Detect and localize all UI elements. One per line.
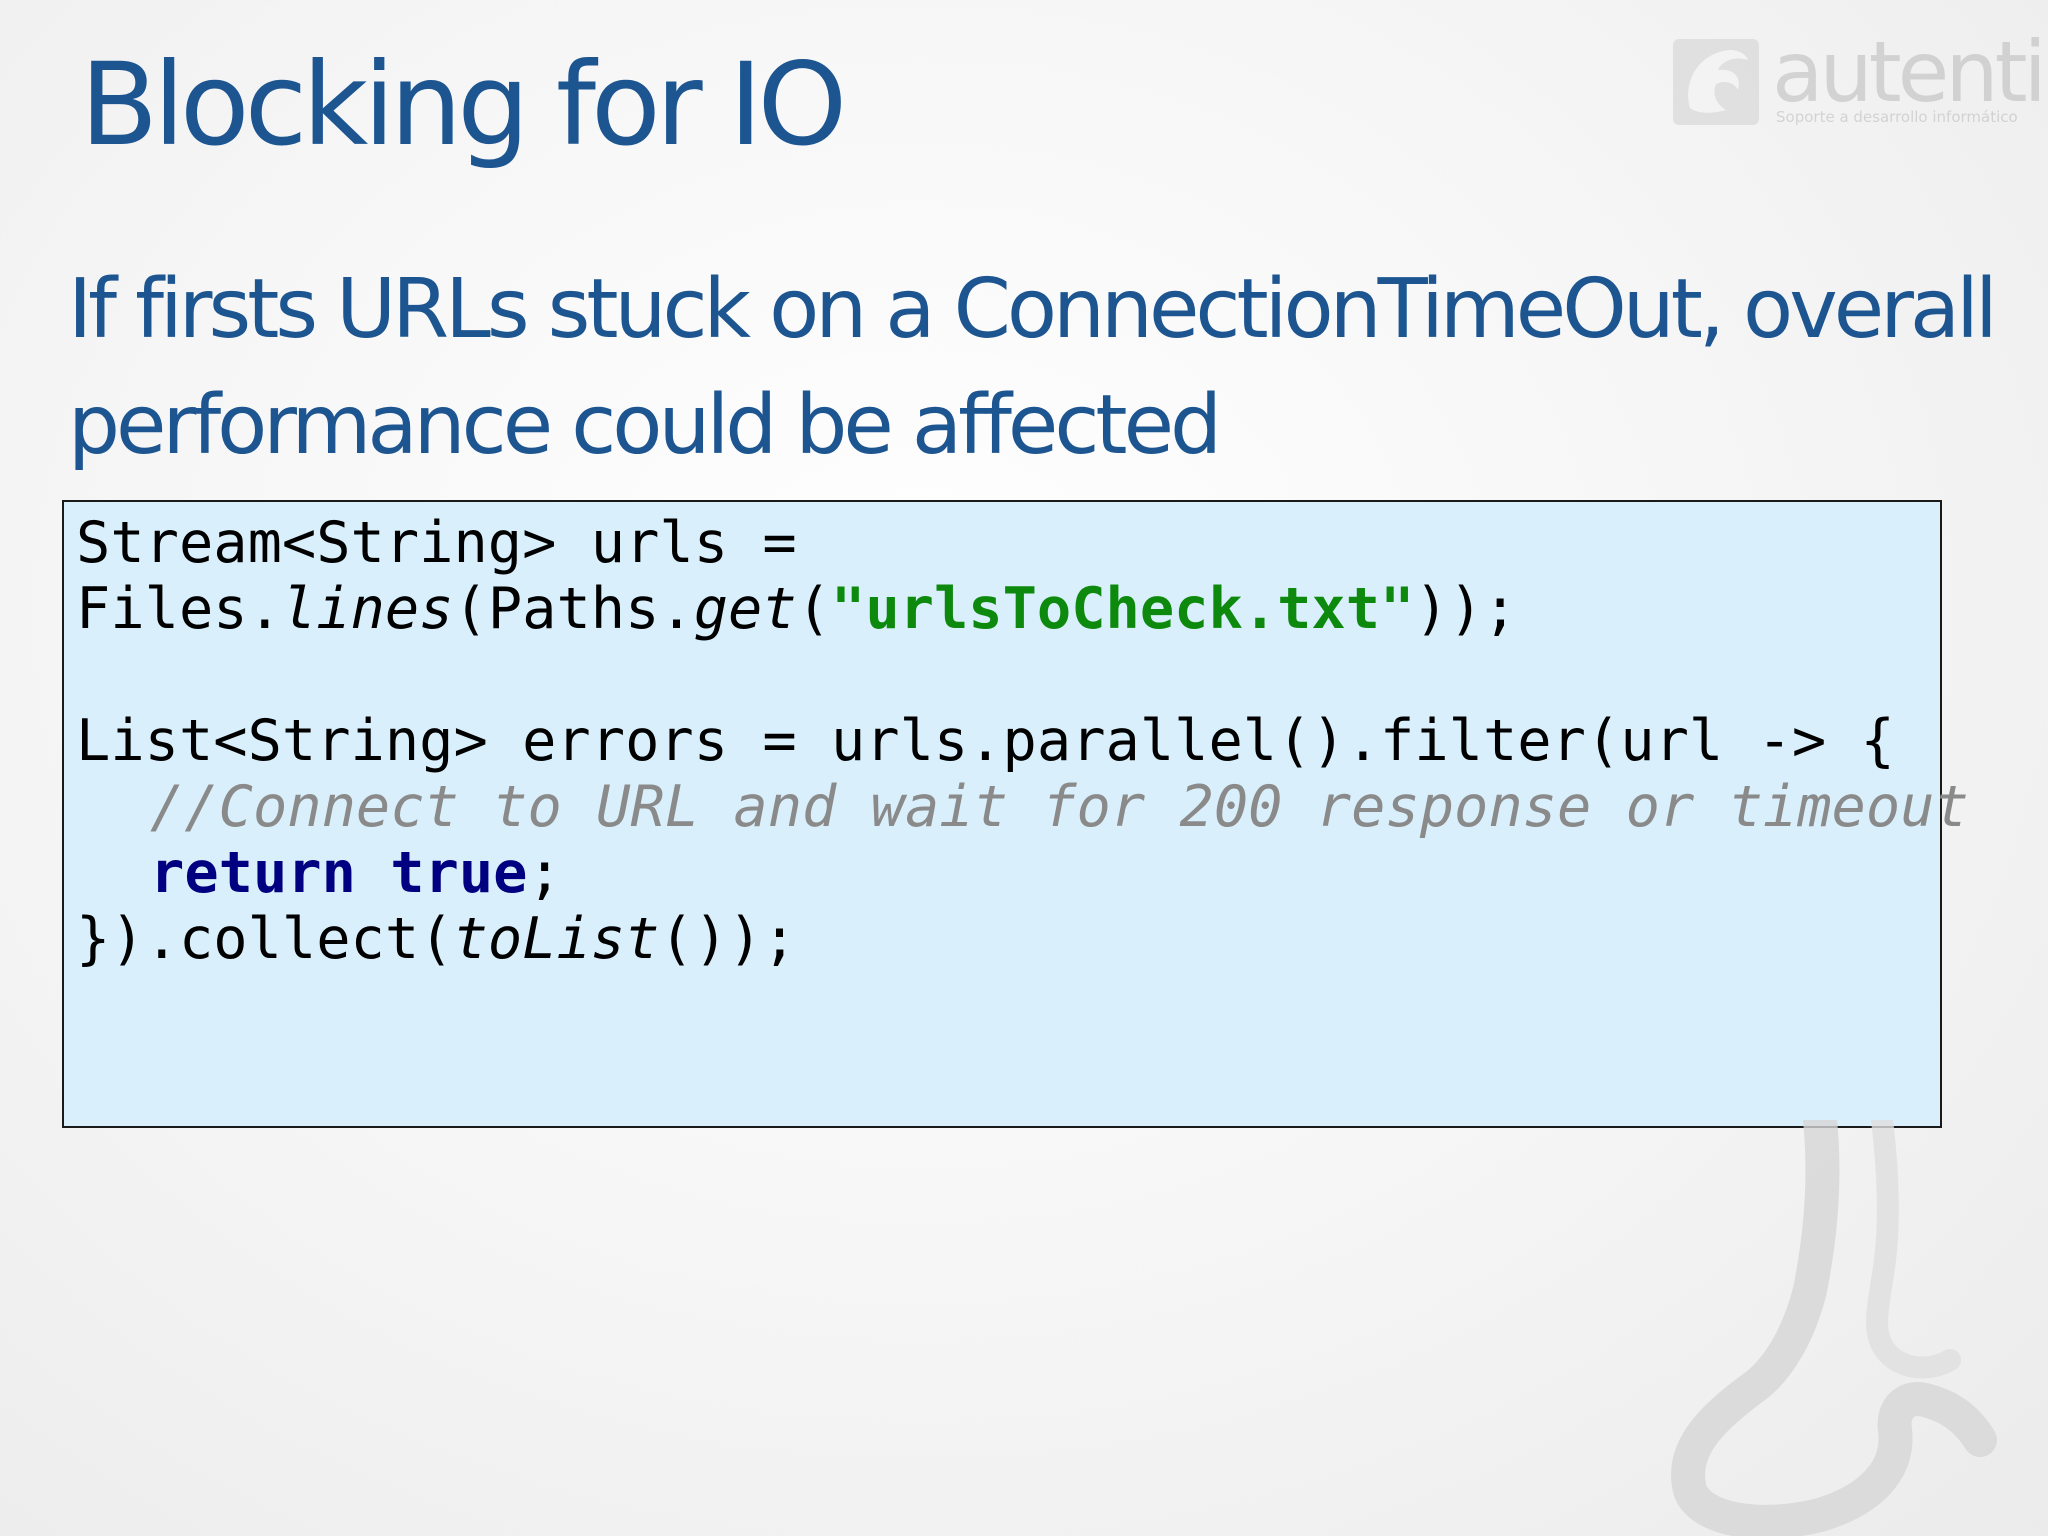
code-token: )); <box>1414 576 1518 642</box>
code-block: Stream<String> urls = Files.lines(Paths.g… <box>62 500 1969 1128</box>
code-keyword: true <box>390 840 528 906</box>
code-line: List<String> errors = urls.parallel().fi… <box>76 708 1969 774</box>
code-token: }).collect( <box>76 906 454 972</box>
code-token-method: get <box>693 576 797 642</box>
code-token: List<String> errors = urls.parallel().fi… <box>76 708 1895 774</box>
code-token: Files. <box>76 576 282 642</box>
autentia-logo-icon <box>1673 39 1759 125</box>
code-token-method: toList <box>453 906 660 972</box>
code-keyword: return <box>150 840 356 906</box>
logo-wordmark: autentia <box>1772 23 2048 121</box>
code-line: Files.lines(Paths.get("urlsToCheck.txt")… <box>76 576 1969 642</box>
code-token: (Paths. <box>453 576 694 642</box>
code-token: ()); <box>659 906 797 972</box>
autentia-logo: autentia Soporte a desarrollo informátic… <box>1672 30 2048 128</box>
code-line: return true; <box>76 840 1969 906</box>
code-line: Stream<String> urls = <box>76 510 1969 576</box>
code-token-string: "urlsToCheck.txt" <box>831 576 1415 642</box>
code-line: //Connect to URL and wait for 200 respon… <box>76 774 1969 840</box>
code-token: ( <box>796 576 831 642</box>
code-token: ; <box>527 840 562 906</box>
code-token-method: lines <box>281 576 454 642</box>
watermark-graphic <box>1671 1120 1997 1536</box>
code-token: Stream<String> urls = <box>76 510 797 576</box>
code-comment: //Connect to URL and wait for 200 respon… <box>150 774 1969 840</box>
code-line: }).collect(toList()); <box>76 906 1969 972</box>
slide-subtitle: If firsts URLs stuck on a ConnectionTime… <box>68 262 1998 473</box>
code-listing: Stream<String> urls = Files.lines(Paths.g… <box>76 510 1969 972</box>
logo-tagline: Soporte a desarrollo informático <box>1776 108 2018 126</box>
slide: Blocking for IO autentia Soporte a desar… <box>0 0 2048 1536</box>
slide-title: Blocking for IO <box>80 38 847 171</box>
